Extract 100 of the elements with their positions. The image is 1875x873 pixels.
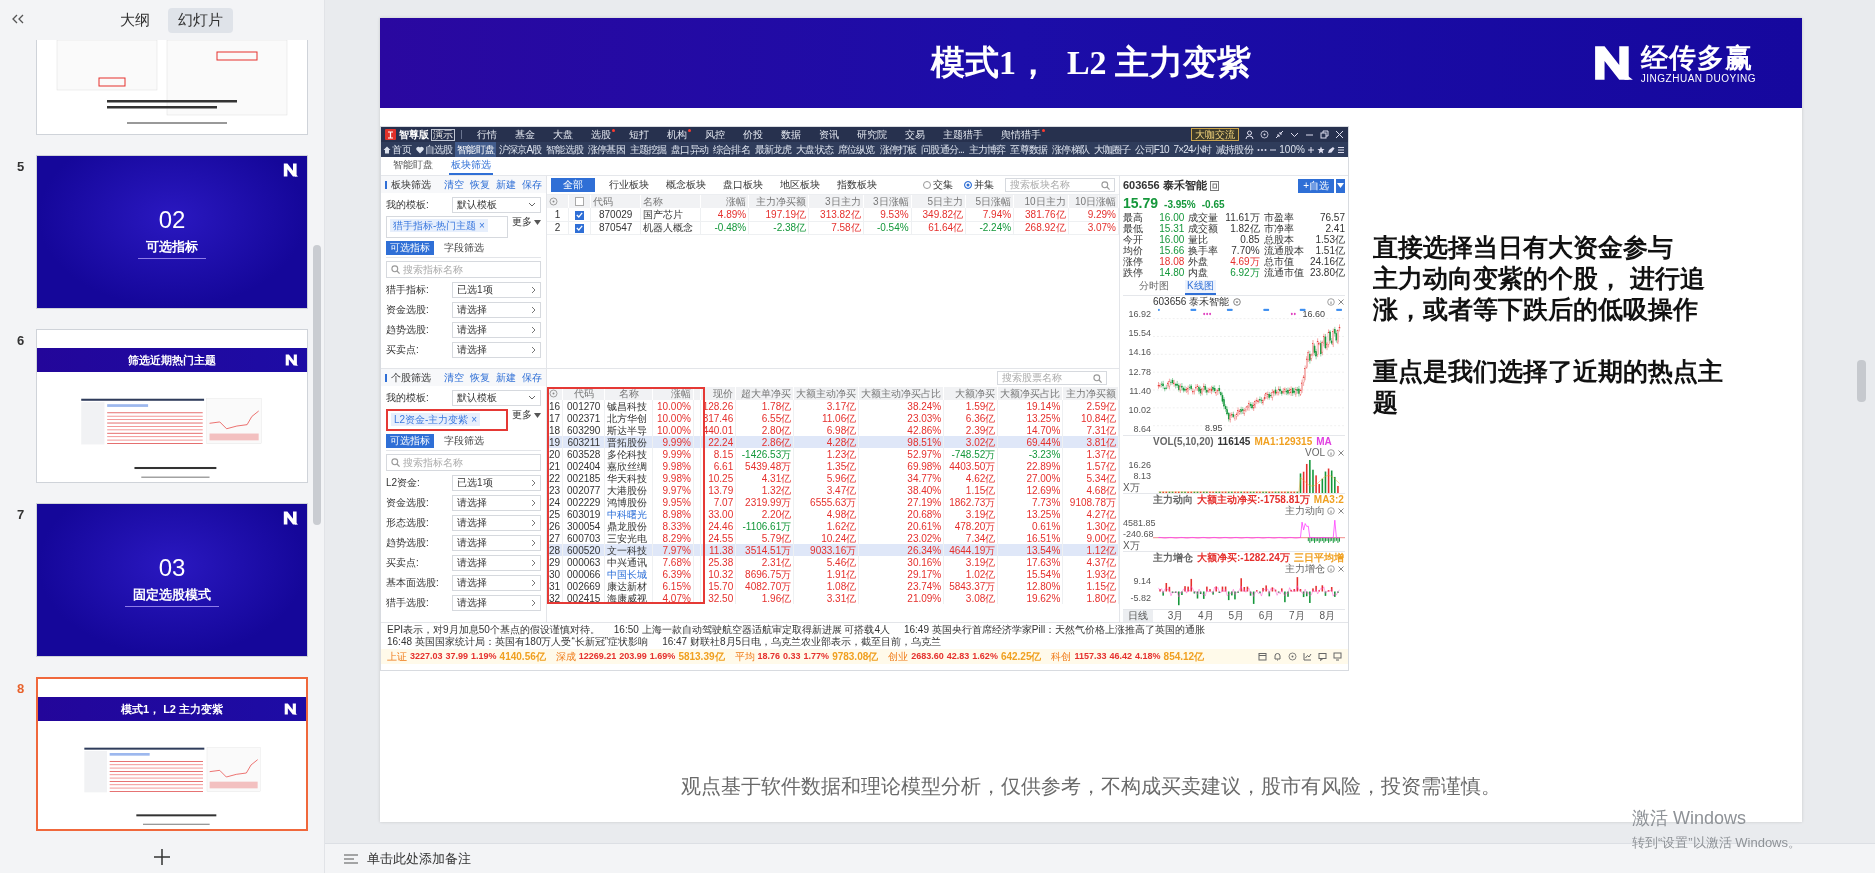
menu-item[interactable]: 资讯 [810, 128, 848, 141]
option-select[interactable]: 请选择 [452, 594, 541, 611]
column-header[interactable]: 涨幅 [700, 195, 749, 208]
category-tab[interactable]: 盘口板块 [720, 178, 766, 192]
radio-button[interactable]: 交集 [923, 179, 953, 191]
column-header[interactable]: 10日涨幅 [1068, 195, 1119, 208]
nav-tab[interactable]: 首页 [381, 142, 414, 157]
action-link[interactable]: 恢复 [470, 371, 490, 384]
nav-tab[interactable]: 问股通分... [918, 142, 967, 157]
nav-tab[interactable]: 综合排名 [710, 142, 753, 157]
table-row[interactable]: 31 002669 康达新材 6.15% 15.70 4082.70万 1.08亿 23.74% 5843.37万 12.80% 1.15亿 [547, 580, 1119, 592]
column-header[interactable]: 主力净买额 [1062, 387, 1119, 400]
menu-item[interactable]: 研究院 [848, 128, 896, 141]
slide-thumbnail[interactable]: 筛选近期热门主题 [36, 329, 308, 483]
menu-item[interactable]: 行情 [468, 128, 506, 141]
filter-tab[interactable]: 可选指标 [386, 241, 434, 255]
option-select[interactable]: 已选1项 [452, 474, 541, 491]
chart-tab[interactable]: K线图 [1185, 280, 1216, 295]
menu-item[interactable]: 基金 [506, 128, 544, 141]
news-item[interactable]: 16:47 财联社8月5日电，乌克兰农业部表示，截至目前，乌克兰 [662, 636, 942, 648]
column-header[interactable]: 大额净买 [943, 387, 998, 400]
table-row[interactable]: 30 000066 中国长城 6.39% 10.32 8696.75万 1.91亿 29.17% 1.02亿 15.54% 1.93亿 [547, 568, 1119, 580]
news-item[interactable]: 16:50 上海一款自动驾驶航空器适航审定取得新进展 可搭载4人 [613, 624, 890, 636]
action-link[interactable]: 清空 [444, 178, 464, 191]
category-tab[interactable]: 地区板块 [777, 178, 823, 192]
panel-tab[interactable]: 大纲 [110, 7, 160, 33]
action-link[interactable]: 恢复 [470, 178, 490, 191]
nav-tab[interactable]: 最新龙虎 [752, 142, 794, 157]
news-item[interactable]: 16:48 英国国家统计局：英国有180万人受“长新冠”症状影响 [387, 636, 649, 648]
option-select[interactable]: 请选择 [452, 494, 541, 511]
community-button[interactable]: 大咖交流 [1191, 128, 1239, 141]
column-header[interactable]: 名称 [640, 195, 701, 208]
column-header[interactable]: 10日主力 [1013, 195, 1069, 208]
news-item[interactable]: 16:49 英国央行首席经济学家Pill：天然气价格上涨推高了英国的通胀 [903, 624, 1206, 636]
menu-item[interactable]: 数据 [772, 128, 810, 141]
table-row[interactable]: 20 603528 多伦科技 9.99% 8.15 -1426.53万 1.23亿 52.97% -748.52万 -3.23% 1.37亿 [547, 448, 1119, 460]
more-dropdown[interactable]: 更多 [512, 409, 541, 421]
menu-item[interactable]: 大盘 [544, 128, 582, 141]
action-link[interactable]: 清空 [444, 371, 464, 384]
table-row[interactable]: 23 002077 大港股份 9.97% 13.79 1.32亿 3.47亿 38.40% 1.15亿 12.69% 4.68亿 [547, 484, 1119, 496]
category-tab[interactable]: 行业板块 [606, 178, 652, 192]
nav-tab[interactable]: 公司F10 [1133, 142, 1172, 157]
menu-item[interactable]: 风控 [696, 128, 734, 141]
tag-field[interactable]: L2资金-主力变紫 × [386, 409, 508, 431]
slide-thumbnail[interactable]: 03 固定选股模式 [36, 503, 308, 657]
panel-tab[interactable]: 幻灯片 [168, 7, 233, 33]
nav-tab[interactable]: 至尊数据 [1008, 142, 1050, 157]
option-select[interactable]: 已选1项 [452, 281, 541, 298]
column-header[interactable]: 代码 [590, 195, 641, 208]
filter-tab[interactable]: 可选指标 [386, 434, 434, 448]
view-tab[interactable]: 智能盯盘 [391, 159, 435, 175]
action-link[interactable]: 新建 [496, 178, 516, 191]
filter-tab[interactable]: 字段筛选 [440, 241, 488, 255]
table-row[interactable]: 22 002185 华天科技 9.98% 10.25 4.31亿 5.96亿 34.77% 4.62亿 27.00% 5.34亿 [547, 472, 1119, 484]
nav-tab[interactable]: 减持股份 [1213, 142, 1256, 157]
news-item[interactable]: EPI表示，对9月加息50个基点的假设谨慎对待。 [387, 624, 600, 636]
action-link[interactable]: 保存 [522, 178, 542, 191]
option-select[interactable]: 请选择 [452, 321, 541, 338]
category-tab[interactable]: 概念板块 [663, 178, 709, 192]
menu-item[interactable]: 机构 [658, 128, 696, 141]
menu-item[interactable]: 主题猎手 [934, 128, 992, 141]
nav-tab[interactable]: 涨停打板 [877, 142, 919, 157]
menu-item[interactable]: 价投 [734, 128, 772, 141]
nav-tab[interactable]: 自选股 [413, 142, 455, 157]
table-row[interactable]: 19 603211 晋拓股份 9.99% 22.24 2.86亿 4.28亿 98.51% 3.02亿 69.44% 3.81亿 [547, 436, 1119, 448]
nav-tab[interactable]: 席位纵览 [835, 142, 878, 157]
table-row[interactable]: 29 000063 中兴通讯 7.68% 25.38 2.31亿 5.46亿 30.16% 3.19亿 17.63% 4.37亿 [547, 556, 1119, 568]
option-select[interactable]: 请选择 [452, 301, 541, 318]
add-watchlist-button[interactable]: +自选 [1298, 178, 1334, 193]
column-header[interactable]: 3日主力 [808, 195, 864, 208]
column-header[interactable]: 3日涨幅 [863, 195, 912, 208]
option-select[interactable]: 请选择 [452, 514, 541, 531]
nav-tab[interactable]: 涨停基因 [585, 142, 628, 157]
period-label[interactable]: 日线 [1123, 610, 1153, 622]
more-dropdown[interactable]: 更多 [512, 216, 541, 228]
radio-button[interactable]: 并集 [964, 179, 994, 191]
table-row[interactable]: 21 002404 嘉欣丝绸 9.98% 6.61 5439.48万 1.35亿 69.98% 4403.50万 22.89% 1.57亿 [547, 460, 1119, 472]
column-header[interactable]: 大额净买占比 [997, 387, 1063, 400]
category-tab[interactable]: 全部 [551, 178, 595, 192]
column-header[interactable]: 主力净买额 [748, 195, 809, 208]
template-select[interactable]: 默认模板 [452, 196, 541, 213]
nav-tab[interactable]: 沪深京A股 [496, 142, 544, 157]
nav-tab[interactable]: 智能盯盘 [454, 142, 497, 157]
slide-thumbnail[interactable]: 模式1， L2 主力变紫 [36, 677, 308, 831]
nav-tab[interactable]: 主题挖掘 [627, 142, 669, 157]
slide-thumbnail[interactable]: 02 可选指标 [36, 155, 308, 309]
column-header[interactable]: 5日主力 [911, 195, 966, 208]
menu-item[interactable]: 交易 [896, 128, 934, 141]
filter-tag[interactable]: 猎手指标-热门主题 × [390, 219, 488, 232]
nav-tab[interactable]: 主力博弈 [966, 142, 1009, 157]
nav-tab[interactable]: 7×24小时 [1171, 142, 1214, 157]
option-select[interactable]: 请选择 [452, 341, 541, 358]
template-select[interactable]: 默认模板 [452, 389, 541, 406]
menu-item[interactable]: 选股 [582, 128, 620, 141]
filter-tab[interactable]: 字段筛选 [440, 434, 488, 448]
action-link[interactable]: 新建 [496, 371, 516, 384]
option-select[interactable]: 请选择 [452, 554, 541, 571]
option-select[interactable]: 请选择 [452, 574, 541, 591]
menu-item[interactable]: 短打 [620, 128, 658, 141]
category-tab[interactable]: 指数板块 [834, 178, 880, 192]
